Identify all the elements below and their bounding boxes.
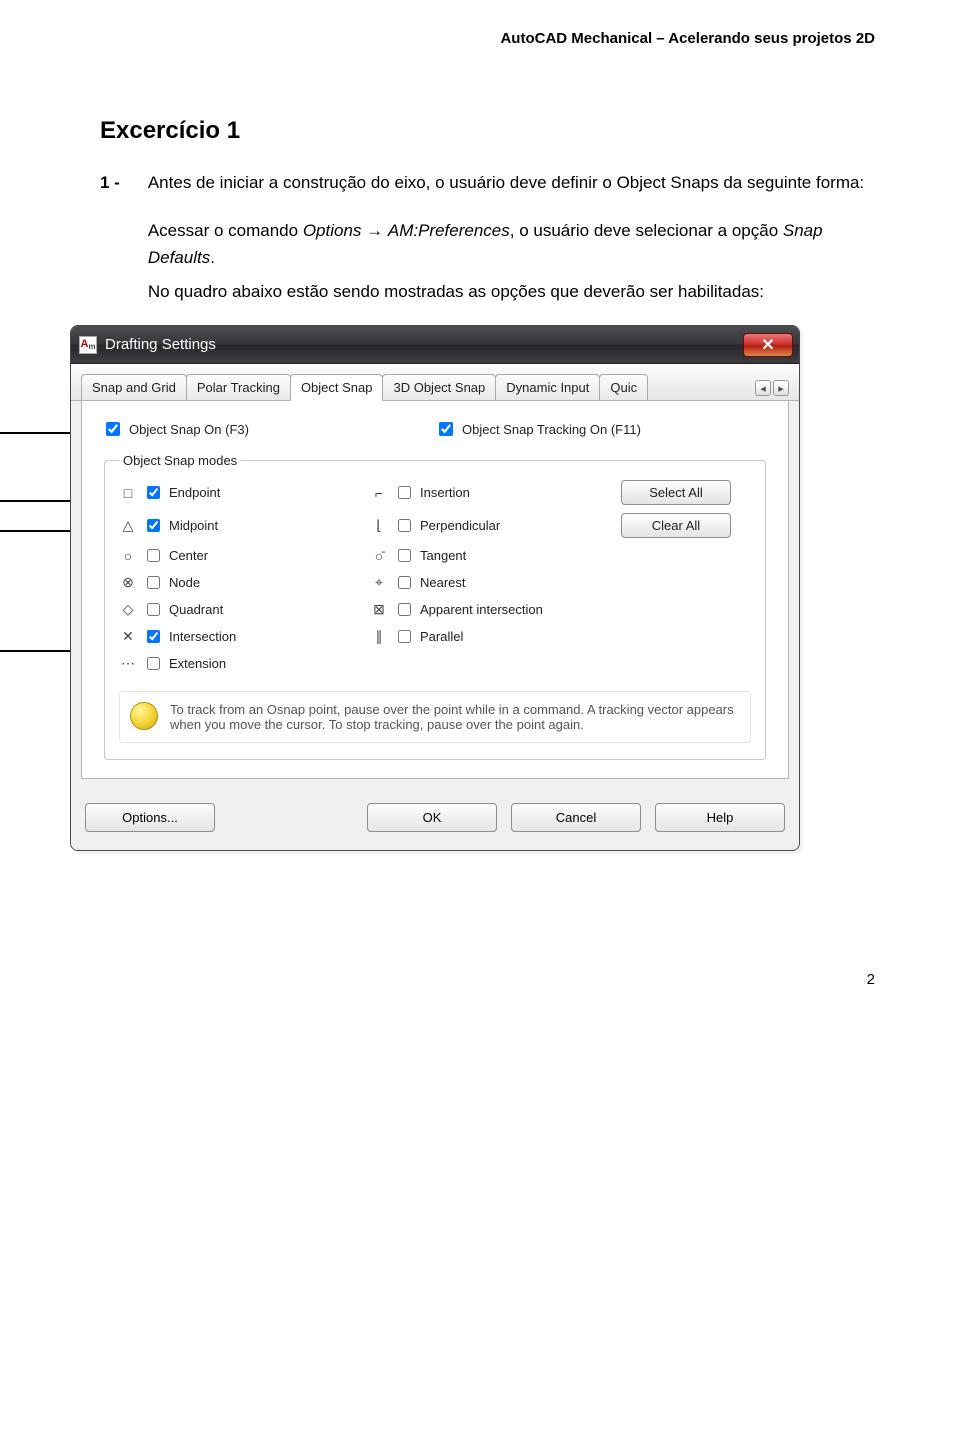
checkbox-input[interactable]	[147, 630, 160, 643]
dialog-title: Drafting Settings	[105, 336, 216, 353]
osnap-mode-node[interactable]: ⊗Node	[119, 573, 352, 592]
page-number: 2	[100, 971, 875, 988]
osnap-mode-midpoint[interactable]: △Midpoint	[119, 516, 352, 535]
checkbox-input[interactable]	[147, 549, 160, 562]
pointer-arrow	[0, 432, 80, 434]
tab-3d-object-snap[interactable]: 3D Object Snap	[382, 374, 496, 400]
osnap-symbol-icon: ○̄	[370, 548, 388, 564]
osnap-mode-center[interactable]: ○Center	[119, 546, 352, 565]
osnap-mode-tangent[interactable]: ○̄Tangent	[370, 546, 603, 565]
tab-object-snap[interactable]: Object Snap	[290, 374, 384, 401]
osnap-symbol-icon: ⌖	[370, 574, 388, 591]
help-button[interactable]: Help	[655, 803, 785, 832]
checkbox-input[interactable]	[147, 657, 160, 670]
object-snap-panel: Object Snap On (F3) Object Snap Tracking…	[81, 401, 789, 779]
tab-dynamic-input[interactable]: Dynamic Input	[495, 374, 600, 400]
paragraph-1: Antes de iniciar a construção do eixo, o…	[148, 170, 875, 196]
titlebar: Am Drafting Settings ✕	[71, 326, 799, 364]
checkbox-input[interactable]	[439, 422, 453, 436]
app-icon: Am	[79, 336, 97, 354]
object-snap-tracking-checkbox[interactable]: Object Snap Tracking On (F11)	[435, 419, 768, 439]
osnap-mode-extension[interactable]: ⋯Extension	[119, 654, 352, 673]
tracking-hint: To track from an Osnap point, pause over…	[119, 691, 751, 743]
osnap-mode-endpoint[interactable]: □Endpoint	[119, 483, 352, 502]
osnap-mode-perpendicular[interactable]: ⌊Perpendicular	[370, 516, 603, 535]
dialog-footer: Options... OK Cancel Help	[71, 789, 799, 850]
osnap-mode-insertion[interactable]: ⌐Insertion	[370, 483, 603, 502]
exercise-title: Excercício 1	[100, 117, 875, 145]
tab-quick[interactable]: Quic	[599, 374, 648, 400]
osnap-symbol-icon: ✕	[119, 628, 137, 645]
osnap-mode-nearest[interactable]: ⌖Nearest	[370, 573, 603, 592]
checkbox-input[interactable]	[398, 576, 411, 589]
osnap-symbol-icon: ∥	[370, 628, 388, 645]
osnap-mode-quadrant[interactable]: ◇Quadrant	[119, 600, 352, 619]
checkbox-input[interactable]	[147, 603, 160, 616]
osnap-symbol-icon: ⊠	[370, 601, 388, 618]
object-snap-modes-group: Object Snap modes □Endpoint ⌐Insertion Sel…	[104, 453, 766, 760]
osnap-mode-apparent-intersection[interactable]: ⊠Apparent intersection	[370, 600, 603, 619]
drafting-settings-dialog: Am Drafting Settings ✕ Snap and Grid Pol…	[70, 325, 800, 851]
checkbox-input[interactable]	[398, 603, 411, 616]
page-header: AutoCAD Mechanical – Acelerando seus pro…	[100, 30, 875, 47]
checkbox-input[interactable]	[398, 630, 411, 643]
checkbox-input[interactable]	[147, 576, 160, 589]
osnap-symbol-icon: ⌊	[370, 517, 388, 534]
tab-scroll-left[interactable]: ◂	[755, 380, 771, 396]
list-number: 1 -	[100, 170, 120, 305]
osnap-mode-intersection[interactable]: ✕Intersection	[119, 627, 352, 646]
tab-polar-tracking[interactable]: Polar Tracking	[186, 374, 291, 400]
tab-snap-and-grid[interactable]: Snap and Grid	[81, 374, 187, 400]
options-button[interactable]: Options...	[85, 803, 215, 832]
osnap-symbol-icon: □	[119, 485, 137, 501]
cancel-button[interactable]: Cancel	[511, 803, 641, 832]
osnap-symbol-icon: ⋯	[119, 655, 137, 672]
checkbox-input[interactable]	[147, 519, 160, 532]
ok-button[interactable]: OK	[367, 803, 497, 832]
osnap-symbol-icon: ◇	[119, 601, 137, 618]
osnap-symbol-icon: △	[119, 517, 137, 534]
lightbulb-icon	[130, 702, 158, 730]
osnap-mode-parallel[interactable]: ∥Parallel	[370, 627, 603, 646]
object-snap-on-checkbox[interactable]: Object Snap On (F3)	[102, 419, 435, 439]
paragraph-3: No quadro abaixo estão sendo mostradas a…	[148, 279, 875, 305]
clear-all-button[interactable]: Clear All	[621, 513, 731, 538]
select-all-button[interactable]: Select All	[621, 480, 731, 505]
close-button[interactable]: ✕	[743, 333, 793, 357]
checkbox-input[interactable]	[106, 422, 120, 436]
osnap-symbol-icon: ⌐	[370, 485, 388, 501]
osnap-symbol-icon: ○	[119, 548, 137, 564]
checkbox-input[interactable]	[398, 519, 411, 532]
group-legend: Object Snap modes	[119, 453, 241, 468]
osnap-symbol-icon: ⊗	[119, 574, 137, 591]
checkbox-input[interactable]	[398, 549, 411, 562]
tab-bar: Snap and Grid Polar Tracking Object Snap…	[71, 364, 799, 401]
paragraph-2: Acessar o comando Options → AM:Preferenc…	[148, 218, 875, 271]
tab-scroll-right[interactable]: ▸	[773, 380, 789, 396]
checkbox-input[interactable]	[398, 486, 411, 499]
checkbox-input[interactable]	[147, 486, 160, 499]
